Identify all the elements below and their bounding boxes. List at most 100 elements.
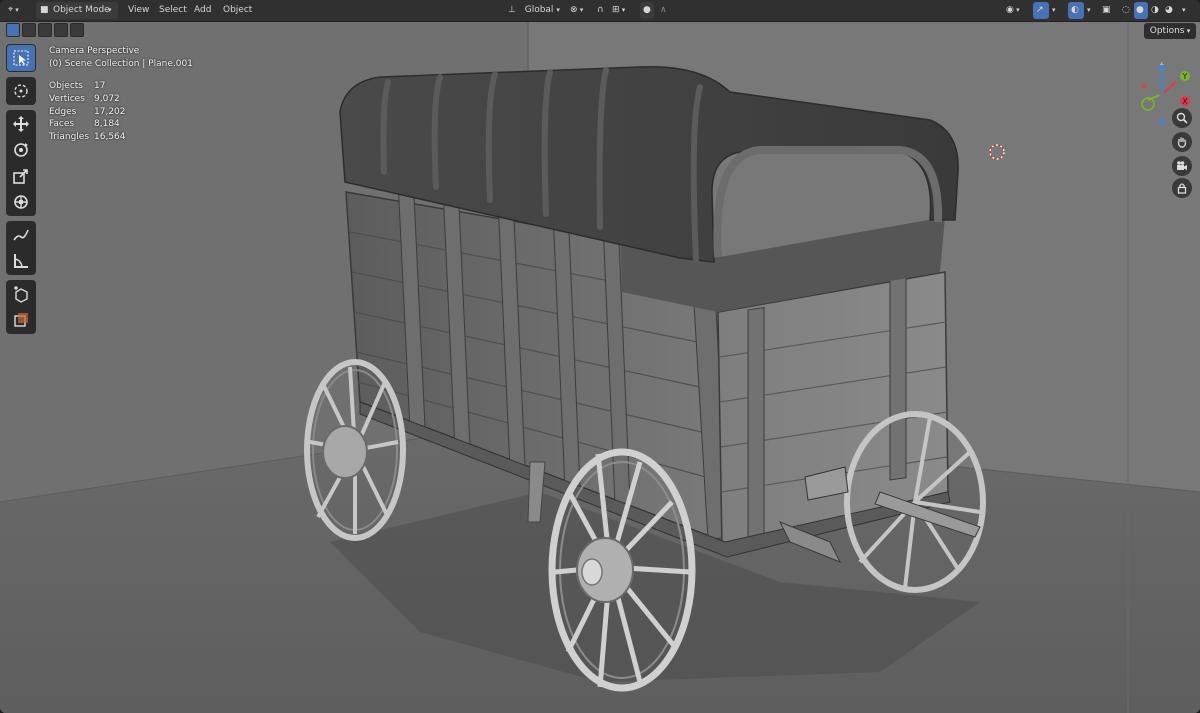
select-intersect-icon[interactable] bbox=[70, 23, 84, 37]
svg-text:X: X bbox=[1182, 97, 1188, 106]
lock-icon bbox=[1177, 183, 1187, 194]
gizmo-toggle[interactable]: ↗ bbox=[1033, 2, 1049, 19]
shading-solid[interactable]: ● bbox=[1134, 2, 1148, 19]
cursor-icon bbox=[14, 84, 28, 98]
lock-camera-button[interactable] bbox=[1172, 178, 1192, 198]
object-mode-icon: ■ bbox=[40, 5, 49, 15]
scale-icon bbox=[13, 169, 28, 184]
editor-type-button[interactable]: ⌖ ▾ bbox=[8, 3, 19, 18]
select-invert-icon[interactable] bbox=[54, 23, 68, 37]
orientation-dropdown[interactable]: ⊥ Global ▾ bbox=[508, 3, 560, 18]
pivot-icon: ⊗ bbox=[570, 5, 578, 15]
select-box-tool[interactable] bbox=[7, 45, 35, 71]
viewport-header: ⌖ ▾ ■ Object Mode ▾ View Select Add Obje… bbox=[0, 0, 1200, 22]
measure-tool[interactable] bbox=[7, 248, 35, 274]
shading-material[interactable]: ◑ bbox=[1151, 3, 1159, 18]
zoom-button[interactable] bbox=[1172, 108, 1192, 128]
ruler-icon bbox=[14, 254, 28, 268]
visibility-button[interactable]: ◉ ▾ bbox=[1006, 3, 1020, 18]
gizmo-neg-x[interactable] bbox=[1141, 83, 1147, 89]
select-extend-icon[interactable] bbox=[22, 23, 36, 37]
overlay-toggle[interactable]: ◐ bbox=[1068, 2, 1084, 19]
options-label: Options bbox=[1149, 26, 1185, 36]
menu-view[interactable]: View bbox=[128, 3, 149, 18]
add-object-tool[interactable] bbox=[7, 307, 35, 333]
3d-cursor-icon[interactable] bbox=[988, 143, 1006, 161]
tool-shelf bbox=[6, 44, 36, 339]
collection-line: (0) Scene Collection | Plane.001 bbox=[49, 59, 193, 69]
blender-window: ⌖ ▾ ■ Object Mode ▾ View Select Add Obje… bbox=[0, 0, 1200, 713]
orientation-label: Global bbox=[524, 5, 554, 15]
selection-mode-bar bbox=[6, 23, 84, 37]
shading-wireframe[interactable]: ◌ bbox=[1122, 3, 1130, 18]
snap-increment-icon: ⊞ bbox=[612, 5, 620, 15]
gizmo-dropdown[interactable]: ▾ bbox=[1052, 3, 1056, 18]
overlay-icon: ◐ bbox=[1071, 5, 1079, 15]
camera-icon bbox=[1177, 161, 1187, 170]
mode-dropdown[interactable]: ■ Object Mode ▾ bbox=[36, 2, 118, 19]
add-object-icon bbox=[14, 313, 28, 327]
scene-render bbox=[0, 22, 1200, 713]
annotate-tool[interactable] bbox=[7, 222, 35, 248]
overlay-dropdown[interactable]: ▾ bbox=[1087, 3, 1091, 18]
svg-text:Z: Z bbox=[1160, 62, 1164, 67]
tool-group-transform bbox=[6, 110, 36, 216]
proportional-falloff-icon[interactable]: ∧ bbox=[660, 3, 667, 18]
xray-toggle[interactable]: ▣ bbox=[1102, 3, 1111, 18]
move-icon bbox=[13, 116, 29, 132]
xray-icon: ▣ bbox=[1102, 5, 1111, 15]
menu-select[interactable]: Select bbox=[159, 3, 187, 18]
shading-dropdown[interactable]: ▾ bbox=[1182, 3, 1186, 18]
rotate-icon bbox=[14, 143, 28, 157]
tool-group-cursor bbox=[6, 77, 36, 105]
stat-row: Faces 8,184 bbox=[49, 119, 120, 130]
transform-icon bbox=[14, 195, 28, 209]
select-new-icon[interactable] bbox=[6, 23, 20, 37]
stat-row: Vertices 9,072 bbox=[49, 93, 120, 104]
menu-add[interactable]: Add bbox=[194, 3, 211, 18]
options-button[interactable]: Options ▾ bbox=[1144, 23, 1196, 39]
scale-tool[interactable] bbox=[7, 163, 35, 189]
3d-viewport[interactable]: Options ▾ Camera Perspective (0) Scene C… bbox=[0, 22, 1200, 713]
add-cube-tool[interactable] bbox=[7, 281, 35, 307]
tool-group-add bbox=[6, 280, 36, 334]
magnet-icon: ∩ bbox=[597, 5, 604, 15]
stat-row: Edges 17,202 bbox=[49, 106, 126, 117]
orientation-icon: ⊥ bbox=[508, 5, 516, 15]
wireframe-sphere-icon: ◌ bbox=[1122, 5, 1130, 15]
stat-row: Objects 17 bbox=[49, 81, 106, 91]
hand-icon bbox=[1177, 137, 1187, 148]
view-name: Camera Perspective bbox=[49, 46, 140, 56]
add-cube-icon bbox=[14, 286, 28, 303]
pivot-point-button[interactable]: ⊗ ▾ bbox=[570, 3, 583, 18]
pan-button[interactable] bbox=[1172, 132, 1192, 152]
solid-sphere-icon: ● bbox=[1136, 5, 1144, 15]
camera-view-button[interactable] bbox=[1172, 156, 1192, 176]
zoom-icon bbox=[1176, 112, 1188, 124]
tool-group-select bbox=[6, 44, 36, 72]
stat-row: Triangles 16,564 bbox=[49, 132, 126, 143]
select-box-icon bbox=[13, 50, 29, 66]
chevron-down-icon: ▾ bbox=[108, 6, 112, 14]
rendered-sphere-icon: ◕ bbox=[1165, 5, 1173, 15]
snap-toggle[interactable]: ∩ bbox=[597, 3, 604, 18]
tool-group-annotate bbox=[6, 221, 36, 275]
cursor-tool[interactable] bbox=[7, 78, 35, 104]
scene-statistics: Objects 17 Vertices 9,072 Edges 17,202 Face… bbox=[49, 80, 126, 144]
move-tool[interactable] bbox=[7, 111, 35, 137]
snap-target-button[interactable]: ⊞ ▾ bbox=[612, 3, 625, 18]
proportional-editing-icon: ● bbox=[643, 5, 651, 15]
rotate-tool[interactable] bbox=[7, 137, 35, 163]
select-subtract-icon[interactable] bbox=[38, 23, 52, 37]
proportional-edit-toggle[interactable]: ● bbox=[640, 2, 654, 19]
pencil-icon bbox=[13, 229, 29, 241]
menu-object[interactable]: Object bbox=[223, 3, 252, 18]
svg-text:Y: Y bbox=[1182, 72, 1188, 81]
viewport-info-overlay: Camera Perspective (0) Scene Collection … bbox=[49, 45, 193, 71]
shading-rendered[interactable]: ◕ bbox=[1165, 3, 1173, 18]
material-sphere-icon: ◑ bbox=[1151, 5, 1159, 15]
transform-tool[interactable] bbox=[7, 189, 35, 215]
gizmo-neg-z[interactable] bbox=[1158, 118, 1166, 126]
eye-icon: ◉ bbox=[1006, 5, 1014, 15]
gizmo-icon: ↗ bbox=[1036, 5, 1044, 15]
